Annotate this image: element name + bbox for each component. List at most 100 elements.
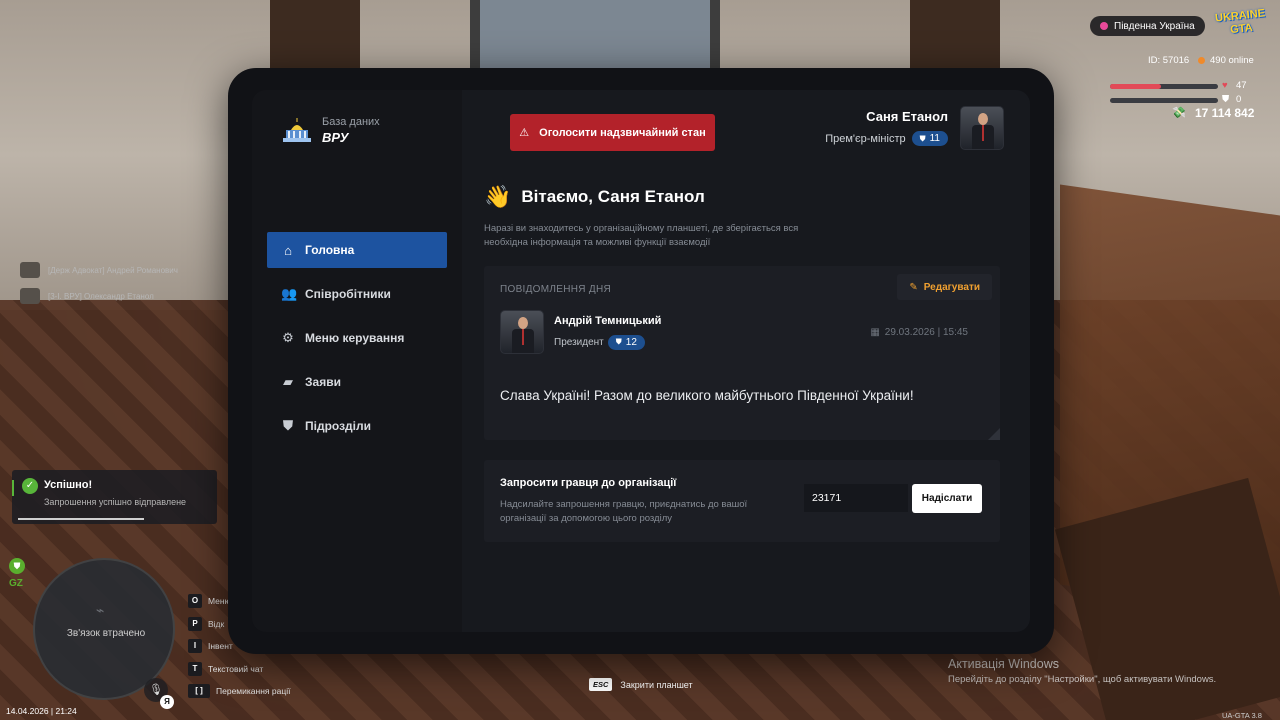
keybind-label: Відк <box>208 618 225 629</box>
check-icon: ✓ <box>22 478 38 494</box>
sidebar-item-label: Підрозділи <box>305 419 371 433</box>
toast-accent <box>12 480 14 496</box>
esc-key: ESC <box>589 678 613 691</box>
game-logo: UKRAINE GTA <box>1214 7 1266 37</box>
author-role-text: Президент <box>554 336 604 348</box>
sidebar-item-label: Співробітники <box>305 287 391 301</box>
online-text: 490 online <box>1210 55 1254 66</box>
tablet: База даних ВРУ ⌂ Головна 👥 Співробітники… <box>228 68 1054 654</box>
rank-badge: ⛊ 11 <box>911 131 948 146</box>
sidebar-item-employees[interactable]: 👥 Співробітники <box>267 276 447 312</box>
heart-icon: ♥ <box>1222 80 1228 91</box>
pencil-icon: ✎ <box>909 281 918 293</box>
key-cap: O <box>188 594 202 609</box>
shield-icon: ⛊ <box>615 337 622 346</box>
page-title: Вітаємо, Саня Етанол <box>521 187 705 206</box>
windows-activation-watermark: Активація Windows Перейдіть до розділу "… <box>948 657 1216 685</box>
emergency-label: Оголосити надзвичайний стан <box>539 126 706 139</box>
health-bar-fill <box>1110 84 1161 89</box>
toast-title: Успішно! <box>44 479 93 491</box>
motd-label: ПОВІДОМЛЕННЯ ДНЯ <box>500 284 611 295</box>
avatar[interactable] <box>960 106 1004 150</box>
waving-hand-icon: 👋 <box>484 184 512 209</box>
resize-handle[interactable] <box>988 428 1000 440</box>
key-cap: I <box>188 639 202 654</box>
no-signal-icon: ⌁ <box>96 602 105 618</box>
user-profile: Саня Етанол Прем'єр-міністр ⛊ 11 <box>825 106 1004 150</box>
brand-title: ВРУ <box>322 130 349 145</box>
welcome-description: Наразі ви знаходитесь у організаційному … <box>484 223 799 248</box>
rank-badge: ⛊ 12 <box>607 334 645 350</box>
edit-button[interactable]: ✎ Редагувати <box>897 274 992 300</box>
date-time: 14.04.2026 | 21:24 <box>6 706 77 716</box>
main-content: 👋 Вітаємо, Саня Етанол Наразі ви знаходи… <box>462 90 1030 632</box>
esc-hint-label: Закрити планшет <box>620 679 693 690</box>
author-name: Андрій Темницький <box>554 314 662 327</box>
keybind-label: Текстовий чат <box>208 663 264 674</box>
invite-card: Запросити гравця до організації Надсилай… <box>484 460 1000 542</box>
motd-author: Андрій Темницький Президент ⛊ 12 <box>500 310 661 354</box>
close-tablet-hint: ESC Закрити планшет <box>589 678 693 691</box>
money-value: 17 114 842 <box>1195 106 1255 120</box>
sidebar-item-label: Меню керування <box>305 331 405 345</box>
greenzone-icon: ⛊ <box>9 558 25 574</box>
activation-subtitle: Перейдіть до розділу "Настройки", щоб ак… <box>948 674 1217 685</box>
home-icon: ⌂ <box>284 242 292 258</box>
user-role: Прем'єр-міністр ⛊ 11 <box>825 131 948 146</box>
armor-bar <box>1110 98 1218 103</box>
activation-title: Активація Windows <box>948 657 1059 671</box>
keybind-row: [ ] Перемикання рації <box>188 680 290 703</box>
key-cap: T <box>188 661 202 676</box>
armor-value: 0 <box>1236 94 1242 105</box>
money-icon: 💸 <box>1172 107 1186 119</box>
sidebar-item-home[interactable]: ⌂ Головна <box>267 232 447 268</box>
brand-subtitle: База даних <box>322 116 380 128</box>
sidebar: База даних ВРУ ⌂ Головна 👥 Співробітники… <box>252 90 462 632</box>
sidebar-item-management[interactable]: ⚙ Меню керування <box>267 320 447 356</box>
sidebar-item-label: Заяви <box>305 375 341 389</box>
parliament-icon <box>283 117 311 142</box>
toast-message: Запрошення успішно відправлене <box>44 497 187 507</box>
welcome-header: 👋 Вітаємо, Саня Етанол <box>484 184 705 210</box>
invite-description: Надсилайте запрошення гравцю, приєднатис… <box>500 499 748 524</box>
edit-label: Редагувати <box>923 281 980 293</box>
online-icon <box>1198 57 1205 64</box>
shield-icon: ⛊ <box>283 418 293 433</box>
success-toast: ✓ Успішно! Запрошення успішно відправлен… <box>12 470 217 524</box>
message-of-day-card: ПОВІДОМЛЕННЯ ДНЯ ✎ Редагувати Андрій Тем… <box>484 266 1000 440</box>
sidebar-item-divisions[interactable]: ⛊ Підрозділи <box>267 408 447 444</box>
user-name: Саня Етанол <box>866 109 948 124</box>
keybind-label: Перемикання рації <box>216 686 291 697</box>
motd-text: Слава Україні! Разом до великого майбутн… <box>500 388 914 403</box>
server-badge: Південна Україна <box>1090 16 1205 36</box>
health-bar <box>1110 84 1218 89</box>
tablet-screen: База даних ВРУ ⌂ Головна 👥 Співробітники… <box>252 90 1030 632</box>
chat-avatar-icon <box>20 262 40 278</box>
greenzone-label: GZ <box>9 578 23 589</box>
chat-line: [3-І. ВРУ] Олександр Етанол <box>20 288 154 304</box>
health-value: 47 <box>1236 80 1247 91</box>
keybind-row: T Текстовий чат <box>188 658 290 681</box>
minimap-status: Зв'язок втрачено <box>66 628 146 639</box>
chat-text: [3-І. ВРУ] Олександр Етанол <box>48 291 154 301</box>
motd-date: ▦ 29.03.2026 | 15:45 <box>870 327 968 338</box>
voice-badge: Я <box>160 695 174 709</box>
author-role: Президент ⛊ 12 <box>554 334 661 350</box>
player-id-input[interactable] <box>804 484 908 512</box>
server-icon <box>1100 22 1108 30</box>
gear-icon: ⚙ <box>282 330 294 345</box>
key-cap: [ ] <box>188 684 210 699</box>
server-name: Південна Україна <box>1114 20 1195 32</box>
avatar <box>500 310 544 354</box>
chat-line: [Держ Адвокат] Андрей Романович <box>20 262 178 278</box>
background-door <box>470 0 720 70</box>
emergency-button[interactable]: ⚠ Оголосити надзвичайний стан <box>510 114 715 151</box>
folder-icon: ▰ <box>283 374 293 389</box>
player-id: ID: 57016 <box>1148 55 1190 66</box>
sidebar-item-applications[interactable]: ▰ Заяви <box>267 364 447 400</box>
rank-value: 12 <box>625 336 637 348</box>
calendar-icon: ▦ <box>870 327 880 338</box>
key-cap: P <box>188 616 202 631</box>
mouse-cursor-icon: ➚ <box>942 504 952 516</box>
rank-value: 11 <box>929 133 940 144</box>
